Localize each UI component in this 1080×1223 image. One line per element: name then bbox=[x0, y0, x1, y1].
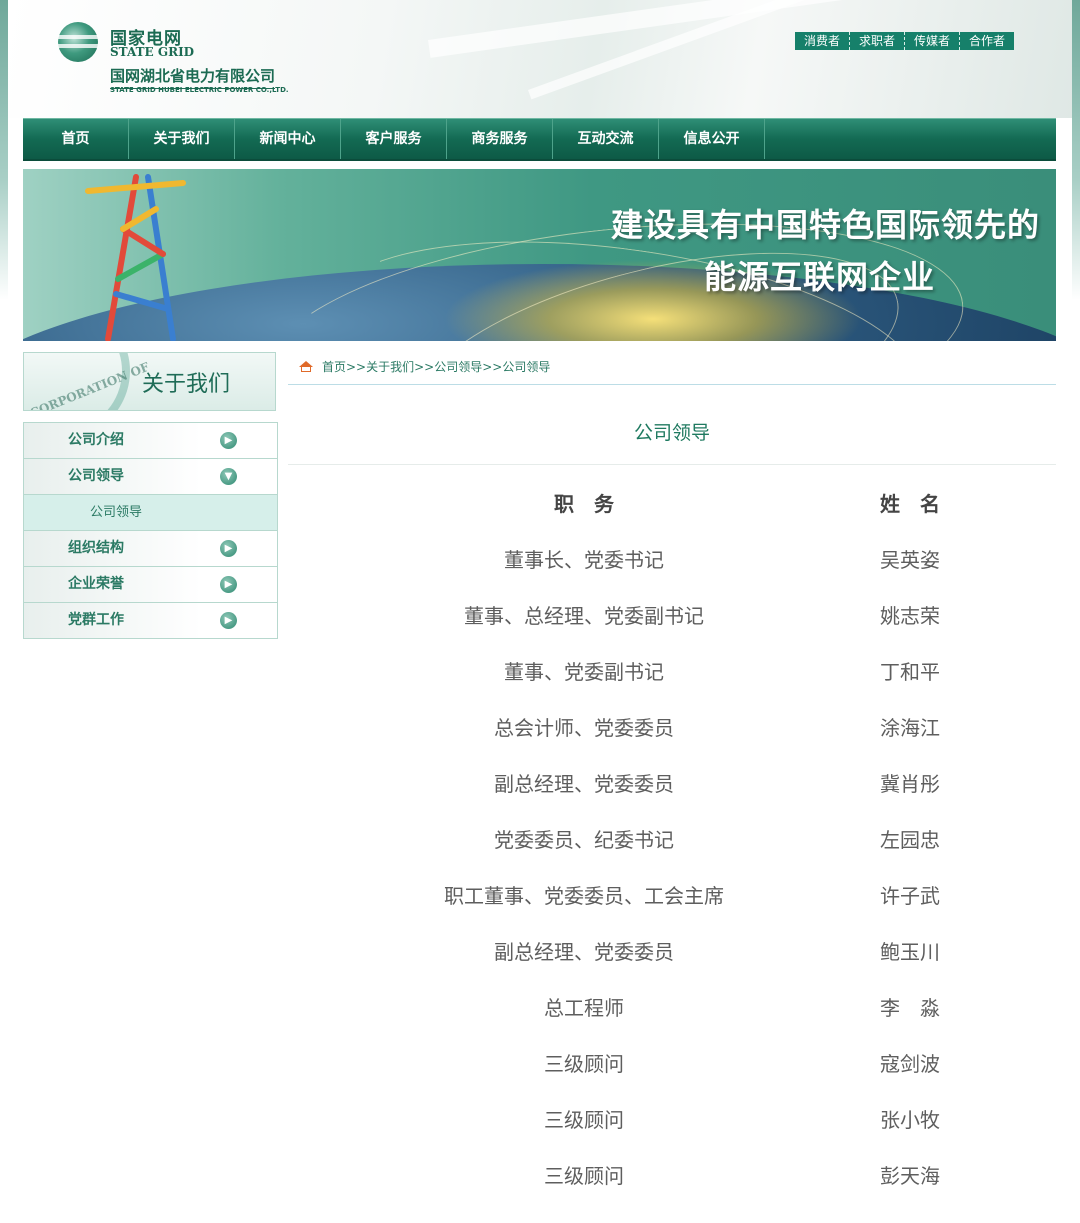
nav-home[interactable]: 首页 bbox=[23, 119, 129, 159]
table-row: 副总经理、党委委员 鲍玉川 bbox=[288, 924, 1056, 980]
sidebar-title: 关于我们 bbox=[142, 372, 231, 397]
leaders-table: 职 务 姓 名 董事长、党委书记 吴英姿 董事、总经理、党委副书记 姚志荣 董事… bbox=[288, 476, 1056, 1204]
leader-name: 吴英姿 bbox=[880, 548, 940, 572]
table-row: 董事、总经理、党委副书记 姚志荣 bbox=[288, 588, 1056, 644]
table-row: 三级顾问 寇剑波 bbox=[288, 1036, 1056, 1092]
leader-position: 党委委员、纪委书记 bbox=[494, 828, 674, 852]
leader-name: 张小牧 bbox=[880, 1108, 940, 1132]
leader-position: 董事长、党委书记 bbox=[504, 548, 664, 572]
leader-position: 副总经理、党委委员 bbox=[494, 772, 674, 796]
leader-name: 彭天海 bbox=[880, 1164, 940, 1188]
column-header-name: 姓 名 bbox=[880, 492, 940, 516]
banner-slogan-line2: 能源互联网企业 bbox=[703, 258, 935, 296]
arrow-right-icon: ▶ bbox=[220, 540, 237, 557]
sidebar-item-company-intro[interactable]: 公司介绍 ▶ bbox=[24, 423, 277, 459]
leader-name: 涂海江 bbox=[880, 716, 940, 740]
leader-position: 职工董事、党委委员、工会主席 bbox=[444, 884, 724, 908]
breadcrumb: 首页>>关于我们>>公司领导>>公司领导 bbox=[298, 358, 550, 375]
leader-position: 三级顾问 bbox=[544, 1164, 624, 1188]
nav-customer-service[interactable]: 客户服务 bbox=[341, 119, 447, 159]
consumer-link[interactable]: 消费者 bbox=[795, 32, 851, 50]
table-header-row: 职 务 姓 名 bbox=[288, 476, 1056, 532]
transmission-tower-graphic bbox=[85, 174, 186, 341]
sidebar-header: CORPORATION OF 关于我们 bbox=[23, 352, 276, 411]
sidebar-item-label: 组织结构 bbox=[68, 540, 124, 556]
sidebar-item-party-work[interactable]: 党群工作 ▶ bbox=[24, 603, 277, 639]
table-row: 董事、党委副书记 丁和平 bbox=[288, 644, 1056, 700]
media-link[interactable]: 传媒者 bbox=[905, 32, 961, 50]
sidebar-item-label: 公司领导 bbox=[68, 468, 124, 484]
sidebar-item-label: 公司介绍 bbox=[68, 432, 124, 448]
nav-interaction[interactable]: 互动交流 bbox=[553, 119, 659, 159]
state-grid-globe-icon bbox=[58, 22, 98, 62]
arrow-right-icon: ▶ bbox=[220, 612, 237, 629]
nav-news[interactable]: 新闻中心 bbox=[235, 119, 341, 159]
leader-position: 总会计师、党委委员 bbox=[494, 716, 674, 740]
nav-disclosure[interactable]: 信息公开 bbox=[659, 119, 765, 159]
leader-position: 三级顾问 bbox=[544, 1108, 624, 1132]
arrow-right-icon: ▶ bbox=[220, 576, 237, 593]
site-header: 国家电网 STATE GRID 国网湖北省电力有限公司 STATE GRID H… bbox=[8, 0, 1072, 118]
sidebar-menu: 公司介绍 ▶ 公司领导 ▼ 公司领导 组织结构 ▶ 企业荣誉 ▶ 党群工作 ▶ bbox=[23, 422, 278, 639]
leader-name: 丁和平 bbox=[880, 660, 940, 684]
table-row: 三级顾问 张小牧 bbox=[288, 1092, 1056, 1148]
sidebar-item-honors[interactable]: 企业荣誉 ▶ bbox=[24, 567, 277, 603]
partner-link[interactable]: 合作者 bbox=[960, 32, 1014, 50]
nav-about[interactable]: 关于我们 bbox=[129, 119, 235, 159]
banner-slogan-line1: 建设具有中国特色国际领先的 bbox=[610, 206, 1040, 244]
leader-name: 寇剑波 bbox=[880, 1052, 940, 1076]
home-icon[interactable] bbox=[298, 361, 314, 373]
sidebar-subitem-company-leaders[interactable]: 公司领导 bbox=[24, 495, 277, 531]
job-seeker-link[interactable]: 求职者 bbox=[850, 32, 906, 50]
table-row: 党委委员、纪委书记 左园忠 bbox=[288, 812, 1056, 868]
title-divider bbox=[288, 464, 1056, 465]
nav-business-service[interactable]: 商务服务 bbox=[447, 119, 553, 159]
breadcrumb-divider bbox=[288, 384, 1056, 385]
table-row: 三级顾问 彭天海 bbox=[288, 1148, 1056, 1204]
leader-name: 鲍玉川 bbox=[880, 940, 940, 964]
table-row: 总工程师 李 淼 bbox=[288, 980, 1056, 1036]
leader-position: 董事、总经理、党委副书记 bbox=[464, 604, 704, 628]
banner-slogan: 建设具有中国特色国际领先的 能源互联网企业 bbox=[611, 199, 1040, 303]
leader-name: 冀肖彤 bbox=[880, 772, 940, 796]
sidebar-subitem-label: 公司领导 bbox=[90, 505, 143, 520]
sidebar-item-label: 党群工作 bbox=[68, 612, 124, 628]
arrow-down-icon: ▼ bbox=[220, 468, 237, 485]
leader-position: 总工程师 bbox=[544, 996, 624, 1020]
hero-banner: 建设具有中国特色国际领先的 能源互联网企业 bbox=[23, 169, 1056, 341]
table-row: 总会计师、党委委员 涂海江 bbox=[288, 700, 1056, 756]
table-row: 职工董事、党委委员、工会主席 许子武 bbox=[288, 868, 1056, 924]
leader-position: 三级顾问 bbox=[544, 1052, 624, 1076]
leader-position: 董事、党委副书记 bbox=[504, 660, 664, 684]
right-edge-stripe bbox=[1072, 0, 1080, 300]
table-row: 副总经理、党委委员 冀肖彤 bbox=[288, 756, 1056, 812]
breadcrumb-path[interactable]: 首页>>关于我们>>公司领导>>公司领导 bbox=[322, 360, 550, 374]
left-edge-stripe bbox=[0, 0, 8, 300]
logo-text-en: STATE GRID bbox=[110, 45, 195, 59]
sidebar-item-label: 企业荣誉 bbox=[68, 576, 124, 592]
audience-links: 消费者 求职者 传媒者 合作者 bbox=[795, 32, 1015, 50]
leader-position: 副总经理、党委委员 bbox=[494, 940, 674, 964]
sidebar-item-org-structure[interactable]: 组织结构 ▶ bbox=[24, 531, 277, 567]
sidebar-item-company-leaders[interactable]: 公司领导 ▼ bbox=[24, 459, 277, 495]
arrow-right-icon: ▶ bbox=[220, 432, 237, 449]
leader-name: 左园忠 bbox=[880, 828, 940, 852]
page-title: 公司领导 bbox=[633, 422, 710, 444]
table-row: 董事长、党委书记 吴英姿 bbox=[288, 532, 1056, 588]
main-nav: 首页 关于我们 新闻中心 客户服务 商务服务 互动交流 信息公开 bbox=[23, 118, 1056, 161]
leader-name: 许子武 bbox=[880, 884, 940, 908]
column-header-position: 职 务 bbox=[554, 492, 614, 516]
company-name-en: STATE GRID HUBEI ELECTRIC POWER CO.,LTD. bbox=[110, 86, 289, 94]
leader-name: 姚志荣 bbox=[880, 604, 940, 628]
leader-name: 李 淼 bbox=[880, 996, 940, 1020]
